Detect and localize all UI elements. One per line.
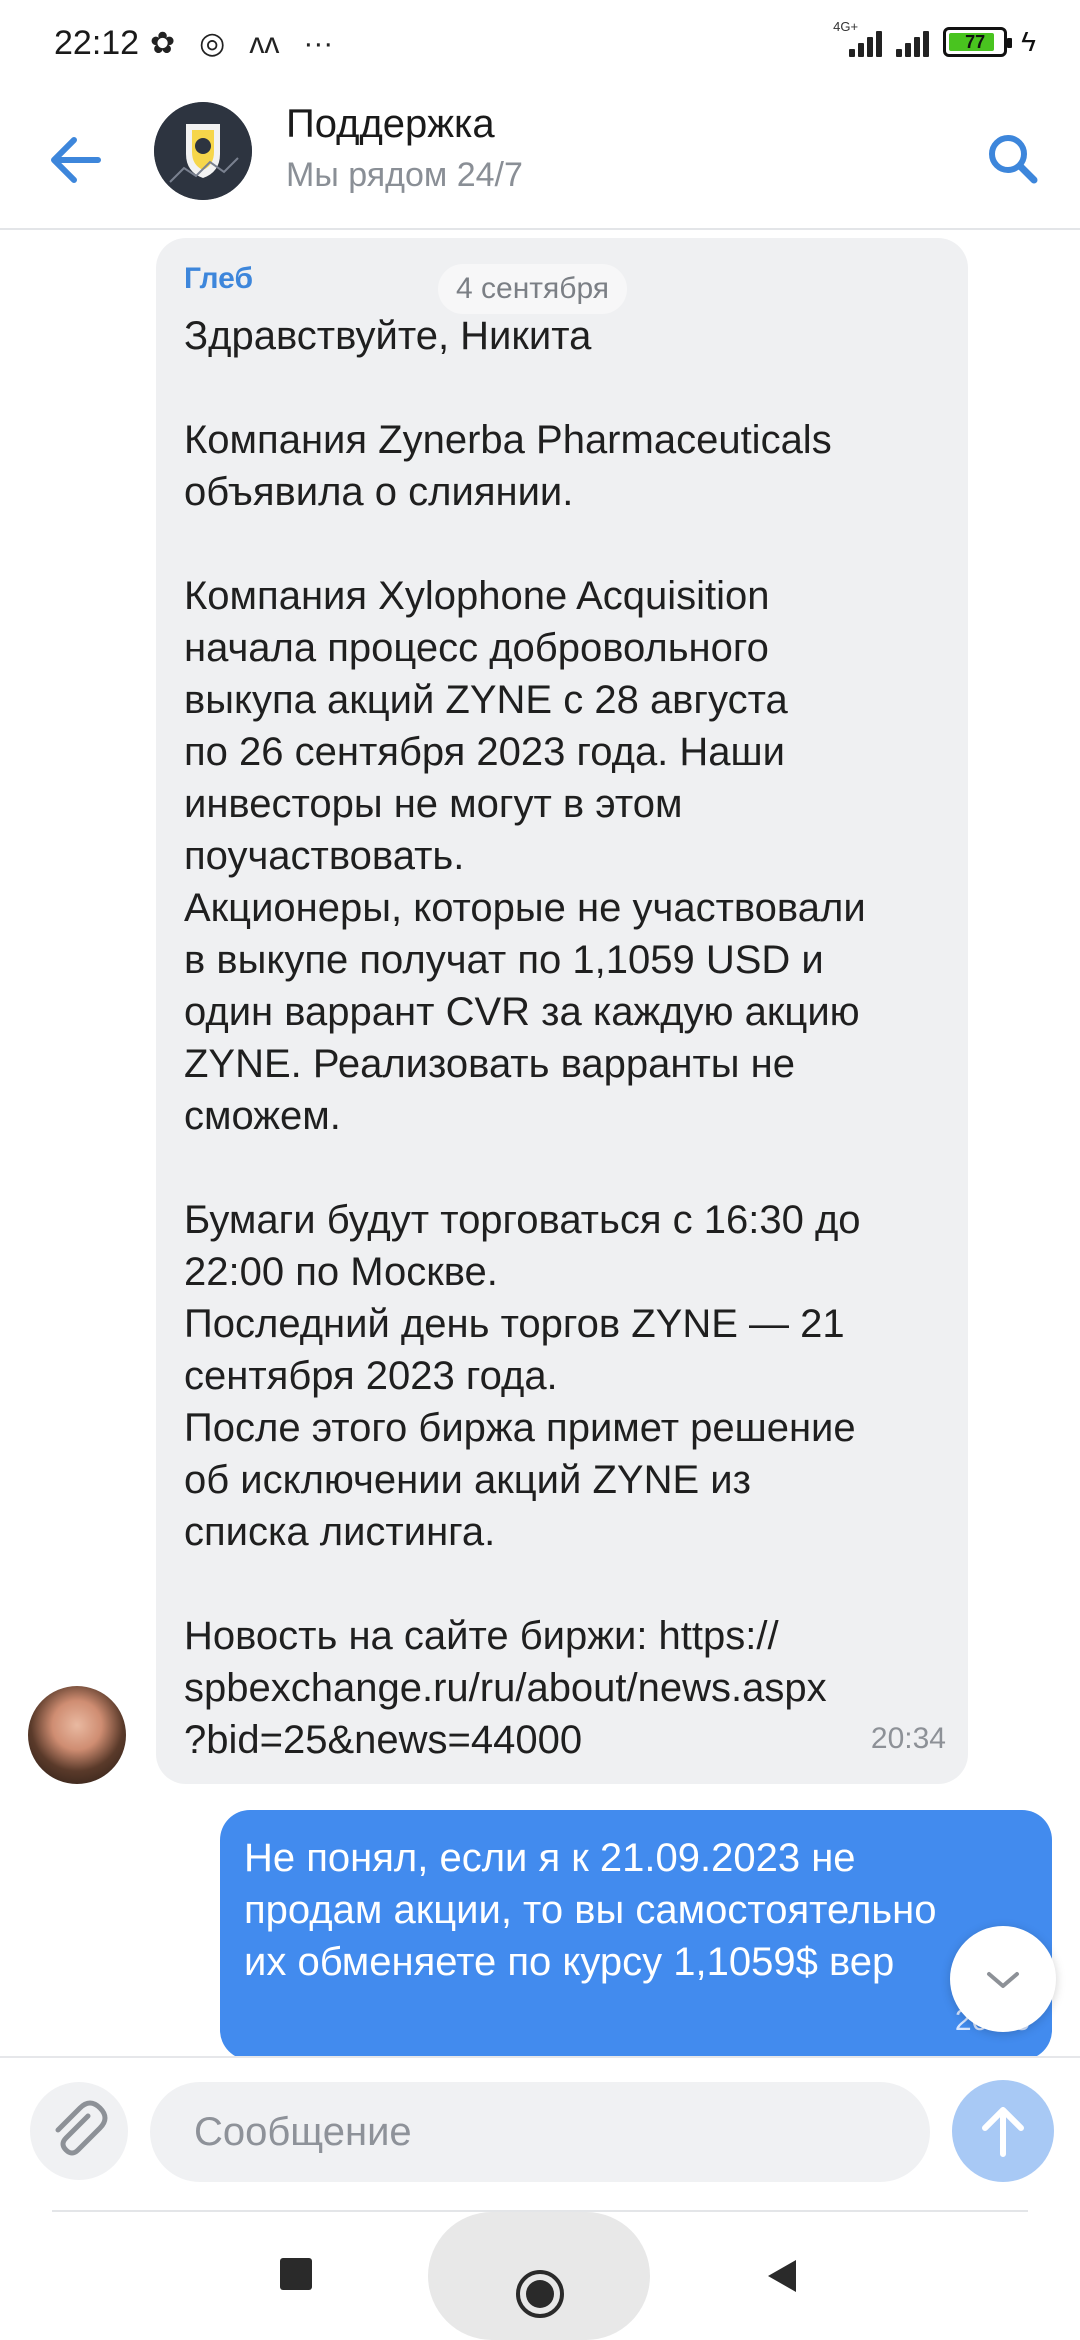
triangle-back-icon [768, 2260, 796, 2292]
instagram-icon: ◎ [199, 27, 226, 60]
notification-icons: ✿ ◎ ʌʌ ··· [150, 26, 333, 61]
message-text: Не понял, если я к 21.09.2023 не продам … [244, 1836, 937, 1984]
scroll-to-bottom-button[interactable] [950, 1926, 1056, 2032]
message-sender[interactable]: Глеб [184, 262, 253, 296]
paperclip-icon [55, 2100, 108, 2156]
chat-avatar[interactable] [154, 102, 252, 200]
date-chip: 4 сентября [438, 264, 628, 314]
more-notifications-icon: ··· [303, 26, 334, 60]
search-icon [989, 135, 1038, 184]
message-composer [0, 2056, 1080, 2214]
system-back-button[interactable] [762, 2256, 802, 2296]
status-bar: 22:12 ✿ ◎ ʌʌ ··· 4G+ 77 ϟ [0, 0, 1080, 90]
message-text: Здравствуйте, Никита Компания Zynerba Ph… [184, 314, 866, 1762]
signal-strength-icon-2 [896, 27, 930, 57]
sender-avatar[interactable] [28, 1686, 126, 1784]
recents-button[interactable] [280, 2258, 312, 2290]
send-button[interactable] [952, 2080, 1054, 2182]
battery-level: 77 [965, 32, 986, 52]
status-time: 22:12 [54, 24, 140, 62]
signal-strength-icon: 4G+ [833, 19, 883, 57]
home-circle-icon [516, 2270, 564, 2318]
search-button[interactable] [978, 122, 1048, 192]
arrow-up-icon [982, 2107, 1024, 2157]
charging-icon: ϟ [1021, 26, 1036, 57]
app-notification-icon: ʌʌ [249, 26, 280, 60]
bank-logo-icon [154, 102, 252, 200]
battery-icon: 77 [943, 27, 1013, 57]
home-button[interactable] [514, 2268, 566, 2320]
attach-button[interactable] [30, 2082, 128, 2180]
network-type-label: 4G+ [833, 19, 859, 34]
chevron-down-icon [987, 1972, 1019, 1988]
arrow-left-icon [51, 137, 101, 183]
message-input[interactable] [150, 2082, 930, 2182]
settings-notification-icon: ✿ [150, 27, 176, 60]
outgoing-message-bubble[interactable]: Не понял, если я к 21.09.2023 не продам … [220, 1810, 1052, 2060]
incoming-message-bubble[interactable]: Глеб Здравствуйте, Никита Компания Zyner… [156, 238, 968, 1784]
message-time: 20:34 [870, 1722, 946, 1755]
chat-header: Поддержка Мы рядом 24/7 [0, 92, 1080, 230]
back-button[interactable] [40, 126, 116, 194]
chat-subtitle: Мы рядом 24/7 [286, 156, 523, 194]
status-indicators: 4G+ 77 ϟ [833, 19, 1036, 58]
chat-title: Поддержка [286, 102, 495, 146]
